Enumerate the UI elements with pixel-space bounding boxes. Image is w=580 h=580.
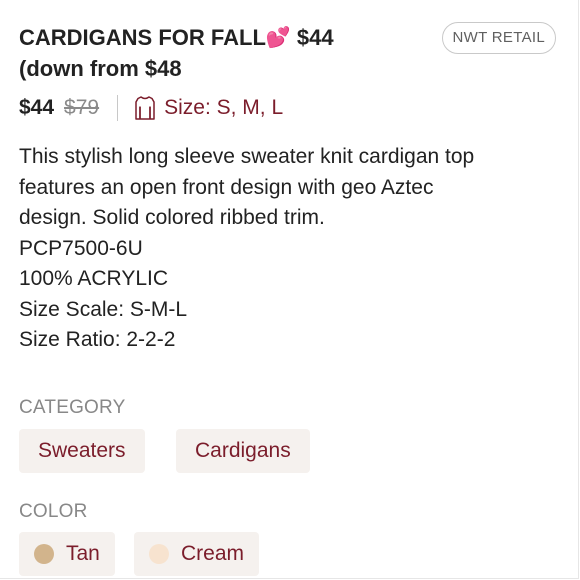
title-price: $44 (296, 25, 334, 50)
listing-card: CARDIGANS FOR FALL💕 $44 (down from $48 N… (0, 0, 579, 579)
description-line: design. Solid colored ribbed trim. (19, 206, 325, 229)
description-line: This stylish long sleeve sweater knit ca… (19, 145, 475, 168)
description-line: Size Scale: S-M-L (19, 297, 188, 321)
listing-description: This stylish long sleeve sweater knit ca… (19, 142, 574, 356)
category-chip-sweaters[interactable]: Sweaters (19, 429, 145, 473)
price-divider (117, 95, 119, 121)
description-line: Size Ratio: 2-2-2 (19, 328, 176, 351)
size-label: Size: S, M, L (164, 96, 284, 119)
chip-label: Sweaters (38, 439, 126, 462)
color-chip-tan[interactable]: Tan (19, 532, 115, 576)
category-chip-cardigans[interactable]: Cardigans (176, 429, 310, 473)
description-line: features an open front design with geo A… (19, 175, 434, 199)
original-price: $79 (64, 96, 100, 119)
condition-badge: NWT RETAIL (441, 22, 556, 54)
cream-swatch-icon (149, 544, 169, 564)
current-price: $44 (19, 96, 55, 119)
tan-swatch-icon (34, 544, 54, 564)
price-row: $44 $79 Size: S, M, L (19, 93, 283, 123)
listing-title: CARDIGANS FOR FALL💕 $44 (down from $48 (19, 22, 439, 84)
chip-label: Cream (181, 542, 245, 565)
chip-label: Cardigans (195, 439, 291, 462)
color-heading: COLOR (19, 501, 88, 522)
chip-label: Tan (66, 542, 100, 565)
title-subtext: (down from $48 (19, 56, 182, 81)
color-chip-cream[interactable]: Cream (134, 532, 260, 576)
category-heading: CATEGORY (19, 397, 126, 418)
description-line: PCP7500-6U (19, 236, 143, 260)
hearts-emoji-icon: 💕 (265, 27, 291, 49)
shirt-icon (134, 95, 156, 121)
description-line: 100% ACRYLIC (19, 267, 169, 290)
title-text: CARDIGANS FOR FALL (19, 25, 266, 50)
